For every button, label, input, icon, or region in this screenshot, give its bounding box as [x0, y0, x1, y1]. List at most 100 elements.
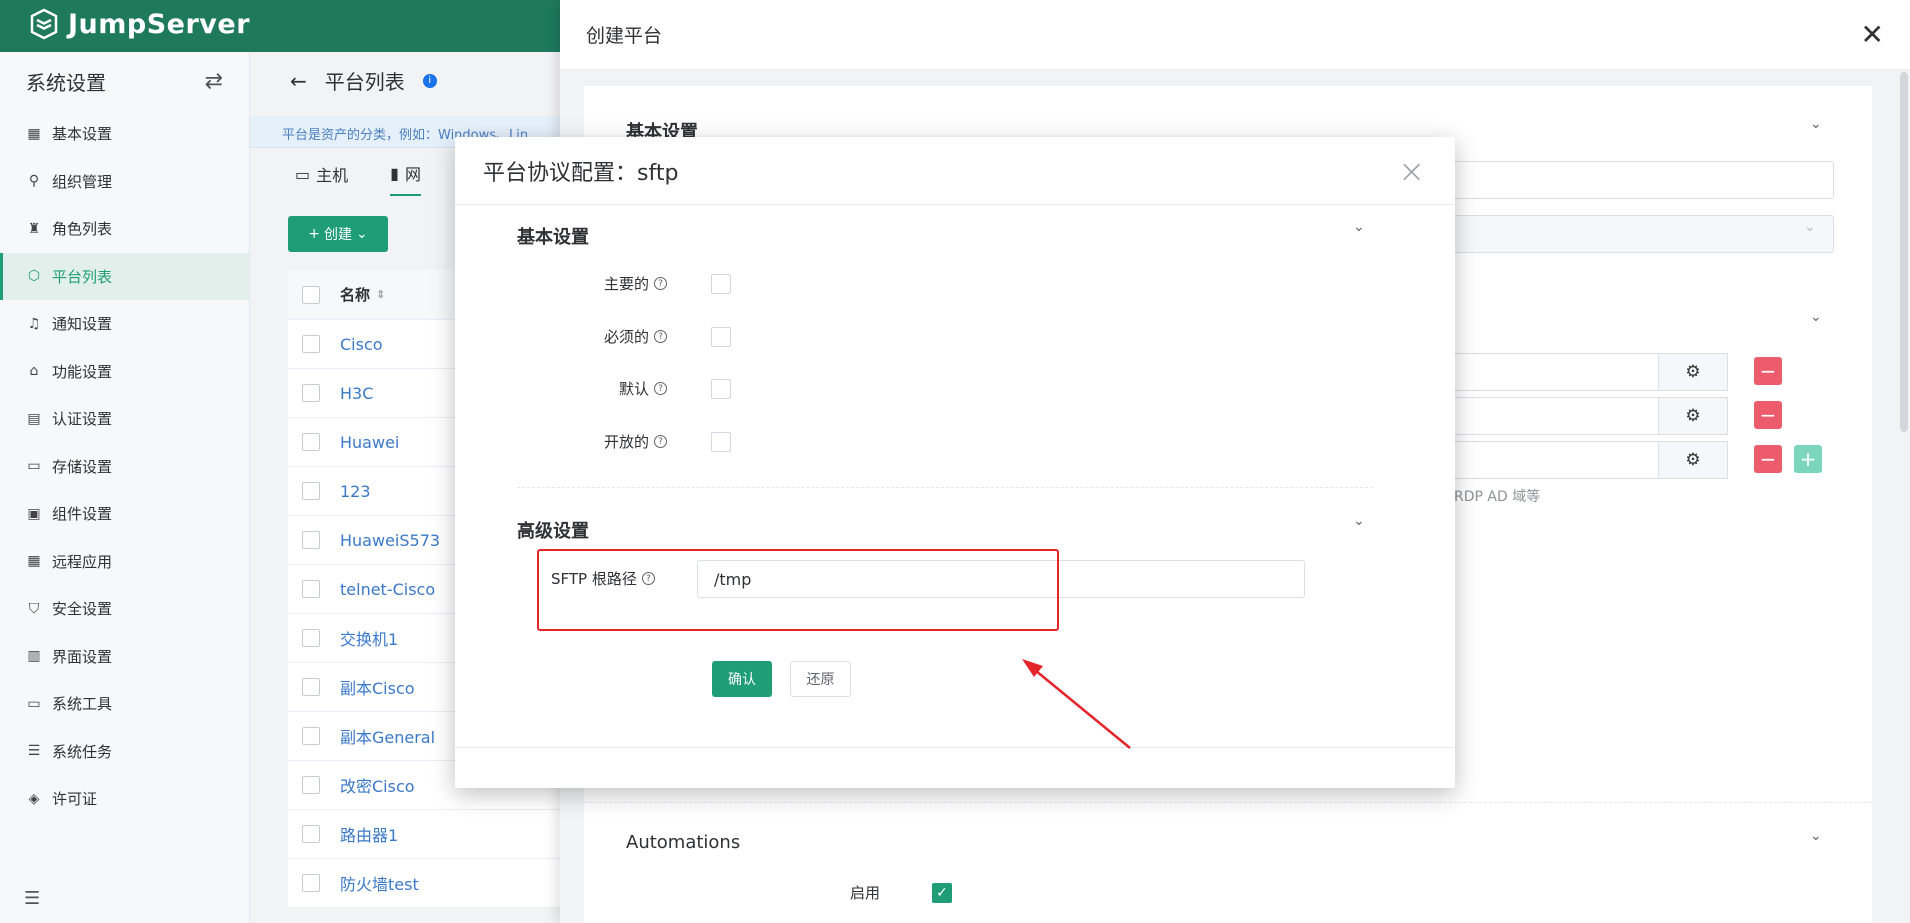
sidebar-item-14[interactable]: ◈ 许可证 — [0, 775, 249, 823]
tab-host[interactable]: ▭ 主机 — [295, 152, 348, 196]
confirm-button[interactable]: 确认 — [712, 661, 772, 697]
chevron-down-icon[interactable]: ⌄ — [1353, 513, 1365, 529]
help-icon[interactable]: ? — [654, 435, 667, 448]
enable-checkbox[interactable]: ✓ — [932, 883, 952, 903]
toolbox-icon: ▭ — [27, 695, 41, 712]
add-protocol-button[interactable]: + — [1794, 445, 1822, 473]
row-checkbox[interactable] — [302, 776, 320, 794]
swap-icon[interactable]: ⇄ — [205, 69, 223, 94]
create-button[interactable]: + 创建 ⌄ — [288, 216, 388, 252]
remove-protocol-button[interactable]: − — [1754, 401, 1782, 429]
platform-name-link[interactable]: H3C — [340, 384, 373, 403]
sidebar-item-label: 组织管理 — [52, 172, 113, 191]
chevron-down-icon[interactable]: ⌄ — [1810, 828, 1822, 844]
sidebar-item-9[interactable]: ▦ 远程应用 — [0, 538, 249, 586]
sidebar-item-11[interactable]: ▥ 界面设置 — [0, 633, 249, 681]
page-title: 平台列表 — [324, 70, 405, 94]
tab-network[interactable]: ▮ 网 — [390, 152, 421, 196]
row-checkbox[interactable] — [302, 433, 320, 451]
network-icon: ▮ — [390, 163, 399, 183]
storage-icon: ▭ — [27, 458, 41, 475]
sidebar-item-0[interactable]: ▦ 基本设置 — [0, 110, 249, 158]
column-name-header[interactable]: 名称 — [340, 284, 370, 305]
sidebar-item-10[interactable]: ⛉ 安全设置 — [0, 585, 249, 633]
row-checkbox[interactable] — [302, 727, 320, 745]
help-icon[interactable]: ? — [654, 382, 667, 395]
close-icon[interactable]: ✕ — [1861, 20, 1884, 49]
row-checkbox[interactable] — [302, 580, 320, 598]
close-icon[interactable]: × — [1398, 155, 1425, 187]
section-divider — [517, 487, 1373, 488]
platform-name-link[interactable]: 改密Cisco — [340, 773, 415, 797]
remove-protocol-button[interactable]: − — [1754, 445, 1782, 473]
chevron-down-icon[interactable]: ⌄ — [1353, 219, 1365, 235]
row-checkbox[interactable] — [302, 825, 320, 843]
jumpserver-logo-icon — [30, 8, 58, 40]
primary-checkbox[interactable] — [711, 274, 731, 294]
cube-icon: ⬡ — [27, 268, 41, 285]
row-checkbox[interactable] — [302, 531, 320, 549]
platform-name-link[interactable]: Huawei — [340, 433, 399, 452]
reset-button[interactable]: 还原 — [790, 661, 851, 697]
sidebar-item-7[interactable]: ▭ 存储设置 — [0, 443, 249, 491]
platform-name-link[interactable]: 副本General — [340, 724, 435, 748]
sidebar-item-13[interactable]: ☰ 系统任务 — [0, 728, 249, 776]
info-icon[interactable]: i — [422, 73, 437, 88]
sidebar-item-12[interactable]: ▭ 系统工具 — [0, 680, 249, 728]
help-icon[interactable]: ? — [654, 277, 667, 290]
platform-name-link[interactable]: 副本Cisco — [340, 675, 415, 699]
default-checkbox[interactable] — [711, 379, 731, 399]
sidebar-item-8[interactable]: ▣ 组件设置 — [0, 490, 249, 538]
remove-protocol-button[interactable]: − — [1754, 357, 1782, 385]
table-row: 防火墙test — [288, 859, 588, 908]
sidebar-item-6[interactable]: ▤ 认证设置 — [0, 395, 249, 443]
highlight-box — [537, 549, 1059, 631]
gear-icon[interactable]: ⚙ — [1658, 441, 1728, 479]
platform-name-link[interactable]: 路由器1 — [340, 822, 398, 846]
gear-icon[interactable]: ⚙ — [1658, 353, 1728, 391]
sidebar: 系统设置 ⇄ ▦ 基本设置 ⚲ 组织管理 ♜ 角色列表 ⬡ 平台列表 ♫ 通知设置 ⌂ 功能设置 ▤ 认证… — [0, 52, 250, 923]
platform-name-link[interactable]: 123 — [340, 482, 371, 501]
chevron-down-icon[interactable]: ⌄ — [1810, 309, 1822, 325]
field-public-label: 开放的? — [507, 431, 667, 452]
help-icon[interactable]: ? — [654, 330, 667, 343]
row-checkbox[interactable] — [302, 482, 320, 500]
sidebar-item-label: 功能设置 — [52, 362, 113, 381]
bell-icon: ♫ — [27, 315, 41, 332]
sidebar-item-2[interactable]: ♜ 角色列表 — [0, 205, 249, 253]
modal-header: 平台协议配置：sftp × — [455, 137, 1455, 205]
monitor-icon: ▣ — [27, 505, 41, 522]
tasks-icon: ☰ — [27, 743, 41, 760]
logo[interactable]: JumpServer — [28, 8, 250, 40]
shield-icon: ⛉ — [28, 600, 40, 617]
platform-name-link[interactable]: HuaweiS573 — [340, 531, 440, 550]
sidebar-item-3[interactable]: ⬡ 平台列表 — [0, 252, 249, 300]
grid-icon: ▦ — [27, 125, 41, 142]
row-checkbox[interactable] — [302, 384, 320, 402]
sidebar-item-5[interactable]: ⌂ 功能设置 — [0, 348, 249, 396]
required-checkbox[interactable] — [711, 327, 731, 347]
row-checkbox[interactable] — [302, 335, 320, 353]
chevron-down-icon: ⌄ — [1804, 219, 1816, 235]
platform-name-link[interactable]: 交换机1 — [340, 626, 398, 650]
platform-name-link[interactable]: 防火墙test — [340, 871, 419, 895]
gear-icon[interactable]: ⚙ — [1658, 397, 1728, 435]
sort-icon[interactable]: ⇕ — [376, 288, 385, 301]
collapse-menu-icon[interactable]: ☰ — [24, 888, 40, 909]
modal-title: 平台协议配置：sftp — [483, 160, 679, 186]
sidebar-item-4[interactable]: ♫ 通知设置 — [0, 300, 249, 348]
row-checkbox[interactable] — [302, 678, 320, 696]
sidebar-item-label: 基本设置 — [52, 125, 113, 144]
platform-name-link[interactable]: Cisco — [340, 335, 383, 354]
platform-name-link[interactable]: telnet-Cisco — [340, 580, 435, 599]
sidebar-item-label: 许可证 — [52, 790, 98, 809]
field-required-label: 必须的? — [507, 326, 667, 347]
drawer-scrollbar[interactable] — [1900, 72, 1908, 432]
back-arrow-icon[interactable]: ← — [290, 69, 307, 93]
sidebar-item-1[interactable]: ⚲ 组织管理 — [0, 158, 249, 206]
select-all-checkbox[interactable] — [302, 285, 320, 304]
public-checkbox[interactable] — [711, 432, 731, 452]
chevron-down-icon[interactable]: ⌄ — [1810, 116, 1822, 132]
row-checkbox[interactable] — [302, 874, 320, 892]
row-checkbox[interactable] — [302, 629, 320, 647]
